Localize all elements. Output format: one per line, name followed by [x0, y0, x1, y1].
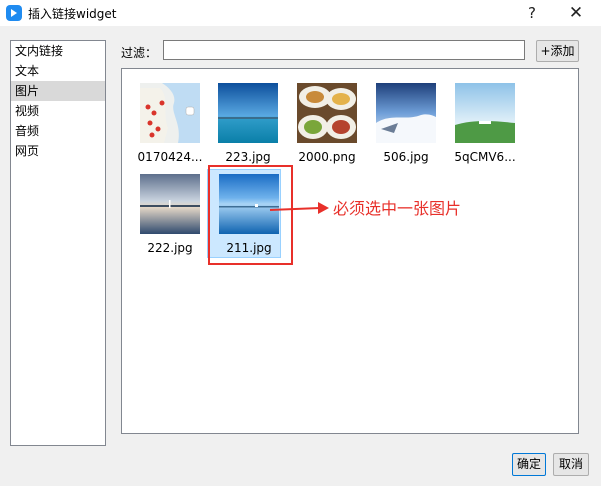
map-thumbnail [140, 83, 200, 143]
ok-button[interactable]: 确定 [512, 453, 546, 476]
file-name: 506.jpg [383, 150, 429, 164]
sidebar-item-audio[interactable]: 音频 [11, 121, 105, 141]
gallery-item[interactable]: 0170424... [131, 83, 209, 164]
gallery-item[interactable]: 5qCMV6... [446, 83, 524, 164]
sky-thumbnail [376, 83, 436, 143]
annotation-arrow-icon [269, 202, 329, 214]
file-name: 223.jpg [225, 150, 271, 164]
sidebar-item-inline-link[interactable]: 文内链接 [11, 41, 105, 61]
sidebar-item-webpage[interactable]: 网页 [11, 141, 105, 161]
sidebar-item-text[interactable]: 文本 [11, 61, 105, 81]
filter-label: 过滤： [121, 46, 158, 60]
window-title: 插入链接widget [28, 7, 117, 21]
file-name: 222.jpg [147, 241, 193, 255]
food-thumbnail [297, 83, 357, 143]
close-button[interactable]: ✕ [561, 2, 591, 24]
sea-thumbnail [218, 83, 278, 143]
help-button[interactable]: ? [517, 2, 547, 24]
filter-input[interactable] [163, 40, 525, 60]
gallery-item[interactable]: 506.jpg [367, 83, 445, 164]
image-gallery: 0170424... 223.jpg 2000.png 506.jpg 5qCM… [121, 68, 579, 434]
gallery-item[interactable]: 223.jpg [209, 83, 287, 164]
file-name: 2000.png [298, 150, 356, 164]
category-list: 文内链接 文本 图片 视频 音频 网页 [10, 40, 106, 446]
file-name: 5qCMV6... [454, 150, 516, 164]
title-bar: 插入链接widget ? ✕ [0, 0, 601, 26]
landscape-thumbnail [455, 83, 515, 143]
file-name: 0170424... [137, 150, 203, 164]
sidebar-item-image[interactable]: 图片 [11, 81, 105, 101]
sunset-thumbnail [140, 174, 200, 234]
add-button[interactable]: +添加 [536, 40, 579, 62]
sidebar-item-video[interactable]: 视频 [11, 101, 105, 121]
app-icon [6, 5, 22, 21]
annotation-text: 必须选中一张图片 [333, 199, 462, 218]
gallery-item[interactable]: 222.jpg [131, 174, 209, 255]
cancel-button[interactable]: 取消 [553, 453, 589, 476]
gallery-item[interactable]: 2000.png [288, 83, 366, 164]
